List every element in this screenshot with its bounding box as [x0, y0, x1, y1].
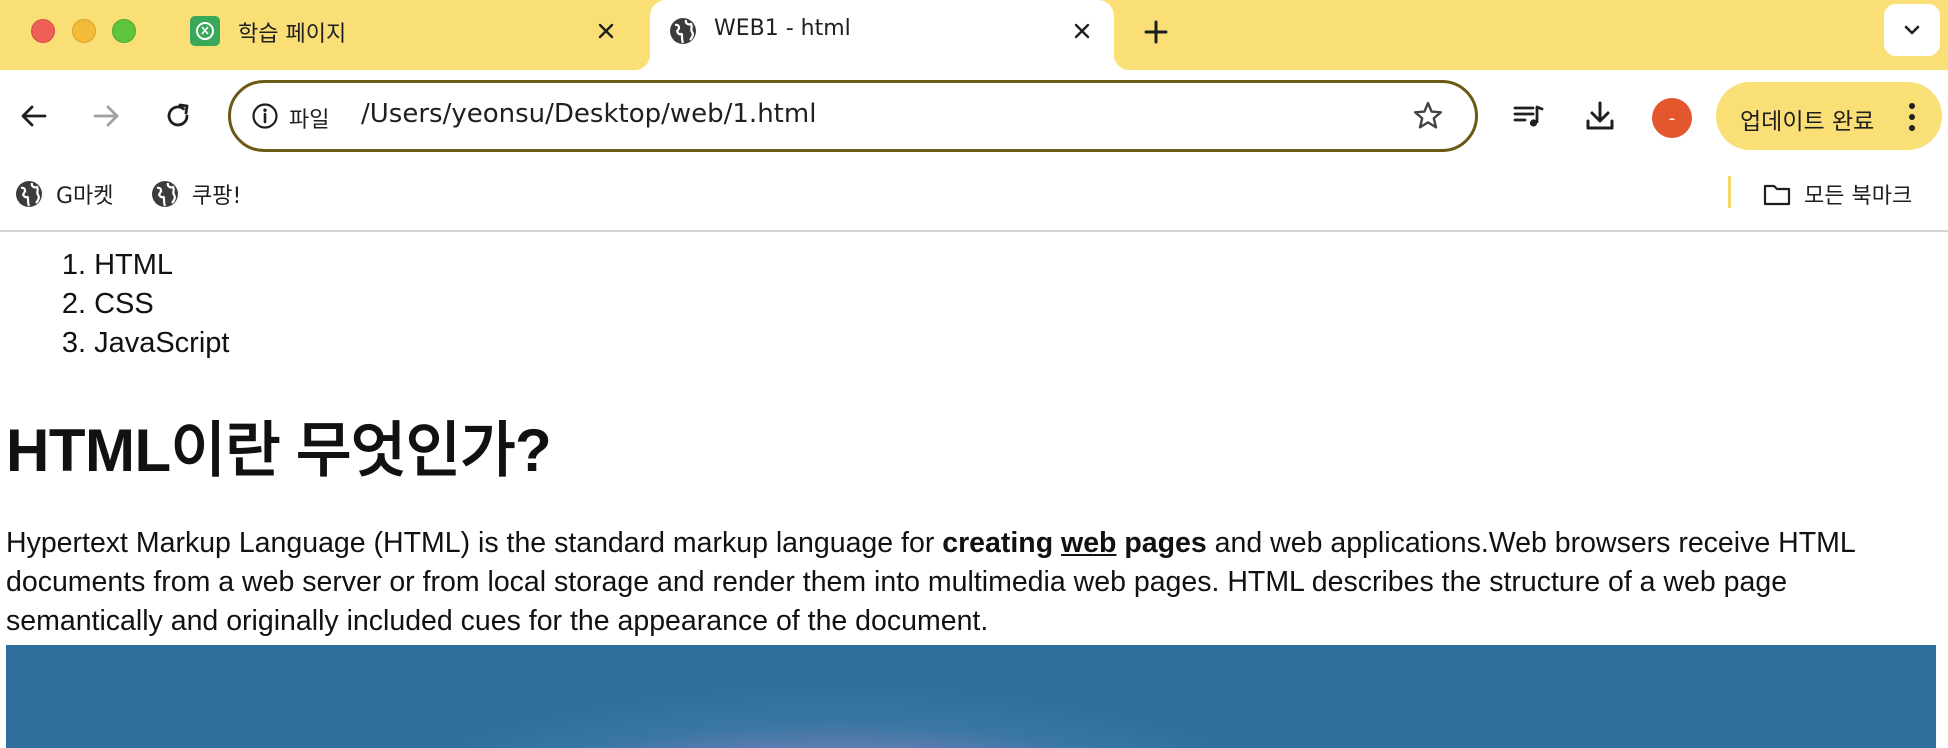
all-bookmarks-label: 모든 북마크 [1804, 184, 1913, 209]
new-tab-button[interactable] [1138, 14, 1174, 50]
url-scheme-label: 파일 [289, 108, 330, 133]
page-heading: HTML이란 무엇인가? [6, 417, 552, 484]
app-favicon-icon [190, 16, 220, 46]
tab-close-icon[interactable] [592, 17, 620, 45]
toc-label: JavaScript [94, 327, 230, 359]
toc-label: HTML [94, 249, 174, 281]
media-playlist-icon[interactable] [1506, 94, 1550, 138]
page-content: 1. HTML 2. CSS 3. JavaScript HTML이란 무엇인가… [0, 232, 1948, 748]
toc-item: 1. HTML [48, 246, 229, 285]
update-label: 업데이트 완료 [1740, 109, 1875, 135]
underlined-bold-text: web [1061, 527, 1117, 559]
tab-learning-page[interactable]: 학습 페이지 [178, 0, 628, 70]
maximize-window-button[interactable] [112, 19, 136, 43]
update-complete-button[interactable]: 업데이트 완료 [1716, 82, 1942, 150]
toc-item: 2. CSS [48, 285, 229, 324]
paragraph-text: Hypertext Markup Language (HTML) is the … [6, 527, 943, 559]
info-icon[interactable] [251, 102, 279, 130]
all-bookmarks-button[interactable]: 모든 북마크 [1762, 174, 1912, 214]
chevron-down-icon [1904, 25, 1920, 35]
plus-icon [1144, 20, 1168, 44]
arrow-right-icon [93, 105, 119, 127]
bold-text: creating [942, 527, 1054, 559]
bookmarks-separator [1728, 176, 1731, 208]
profile-avatar[interactable]: - [1652, 98, 1692, 138]
toc-item: 3. JavaScript [48, 324, 230, 363]
reload-icon [167, 103, 189, 127]
download-icon[interactable] [1578, 94, 1622, 138]
folder-icon [1763, 184, 1791, 206]
globe-icon [668, 16, 698, 46]
tab-search-button[interactable] [1884, 4, 1940, 56]
page-image [6, 645, 1936, 748]
bookmarks-bar: G마켓 쿠팡! 모든 북마크 [0, 162, 1948, 232]
address-bar[interactable]: 파일 /Users/yeonsu/Desktop/web/1.html [228, 80, 1478, 152]
bookmark-star-icon[interactable] [1411, 99, 1445, 133]
toc-number: 1. [61, 249, 86, 281]
globe-icon [16, 181, 42, 207]
minimize-window-button[interactable] [72, 19, 96, 43]
tab-close-icon[interactable] [1068, 17, 1096, 45]
globe-icon [152, 181, 178, 207]
tab-title: WEB1 - html [714, 16, 851, 41]
toc-number: 3. [61, 327, 86, 359]
bookmark-coupang[interactable]: 쿠팡! [150, 174, 241, 214]
toc-number: 2. [61, 288, 86, 320]
tab-title: 학습 페이지 [238, 22, 347, 47]
tab-web1-html[interactable]: WEB1 - html [634, 0, 1130, 70]
tab-strip: 학습 페이지 WEB1 - html [0, 0, 1948, 70]
more-vertical-icon[interactable] [1902, 100, 1922, 134]
bookmark-label: 쿠팡! [192, 184, 242, 209]
back-button[interactable] [14, 96, 54, 136]
forward-button[interactable] [86, 96, 126, 136]
bookmark-label: G마켓 [56, 184, 114, 209]
bold-text: pages [1124, 527, 1207, 559]
toc-list: 1. HTML 2. CSS 3. JavaScript [48, 246, 230, 363]
bookmark-gmarket[interactable]: G마켓 [14, 174, 114, 214]
browser-toolbar: 파일 /Users/yeonsu/Desktop/web/1.html - 업데… [0, 70, 1948, 162]
close-window-button[interactable] [31, 19, 55, 43]
toc-label: CSS [94, 288, 154, 320]
reload-button[interactable] [158, 96, 198, 136]
url-text[interactable]: /Users/yeonsu/Desktop/web/1.html [361, 99, 816, 129]
intro-paragraph: Hypertext Markup Language (HTML) is the … [6, 524, 1936, 641]
arrow-left-icon [21, 105, 47, 127]
